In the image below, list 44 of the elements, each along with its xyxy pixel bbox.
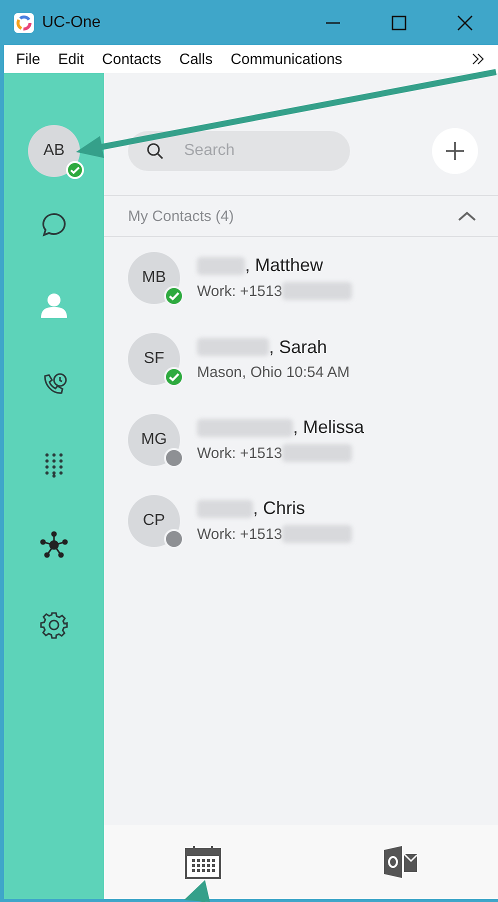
menu-item[interactable]: File — [16, 50, 40, 68]
close-icon — [457, 14, 473, 30]
maximize-icon — [391, 14, 407, 30]
contact-detail: Mason, Ohio 10:54 AM — [197, 364, 350, 380]
app-logo-icon — [14, 12, 34, 32]
settings-icon[interactable] — [40, 611, 68, 639]
menu-item[interactable]: Calls — [179, 50, 213, 68]
contact-name: , Chris — [253, 498, 306, 519]
mail-app-icon[interactable] — [382, 845, 418, 879]
contact-detail: Work: +1513 — [197, 526, 282, 542]
search-field[interactable]: Search — [128, 131, 350, 171]
contact-row[interactable]: MG , Melissa Work: +1513 — [104, 399, 498, 480]
contact-detail: Work: +1513 — [197, 282, 282, 300]
calendar-icon[interactable] — [184, 845, 220, 879]
contact-avatar: CP — [128, 494, 180, 546]
window-title: UC-One — [42, 14, 101, 32]
chevron-icon[interactable] — [472, 52, 484, 66]
user-avatar[interactable]: AB — [28, 125, 80, 177]
contact-avatar: MB — [128, 252, 180, 304]
plus-icon — [445, 141, 465, 161]
contact-row[interactable]: SF , Sarah Mason, Ohio 10:54 AM — [104, 318, 498, 399]
redaction-blur — [197, 256, 245, 274]
menu-item[interactable]: Edit — [58, 50, 84, 68]
contact-name: , Sarah — [269, 336, 328, 358]
redaction-blur — [197, 500, 253, 518]
contact-name: , Matthew — [245, 255, 324, 276]
contact-name: , Melissa — [293, 417, 364, 438]
dialpad-icon[interactable] — [44, 452, 64, 478]
contact-row[interactable]: CP , Chris Work: +1513 — [104, 480, 498, 561]
add-button[interactable] — [432, 128, 478, 174]
contact-detail: Work: +1513 — [197, 444, 282, 462]
annotation-arrow — [184, 880, 210, 902]
contact-avatar: SF — [128, 332, 180, 384]
contact-avatar: MG — [128, 414, 180, 466]
group-title: My Contacts (4) — [128, 208, 234, 224]
search-icon — [146, 142, 164, 160]
chat-bubble-icon[interactable] — [40, 211, 68, 239]
network-hub-icon[interactable] — [40, 531, 68, 559]
menu-item[interactable]: Contacts — [102, 50, 162, 68]
menu-item[interactable]: Communications — [230, 50, 342, 68]
minimize-icon — [325, 22, 341, 24]
collapse-chevron-icon[interactable] — [458, 211, 476, 221]
redaction-blur — [197, 338, 269, 356]
contact-row[interactable]: MB , Matthew Work: +1513 — [104, 237, 498, 318]
